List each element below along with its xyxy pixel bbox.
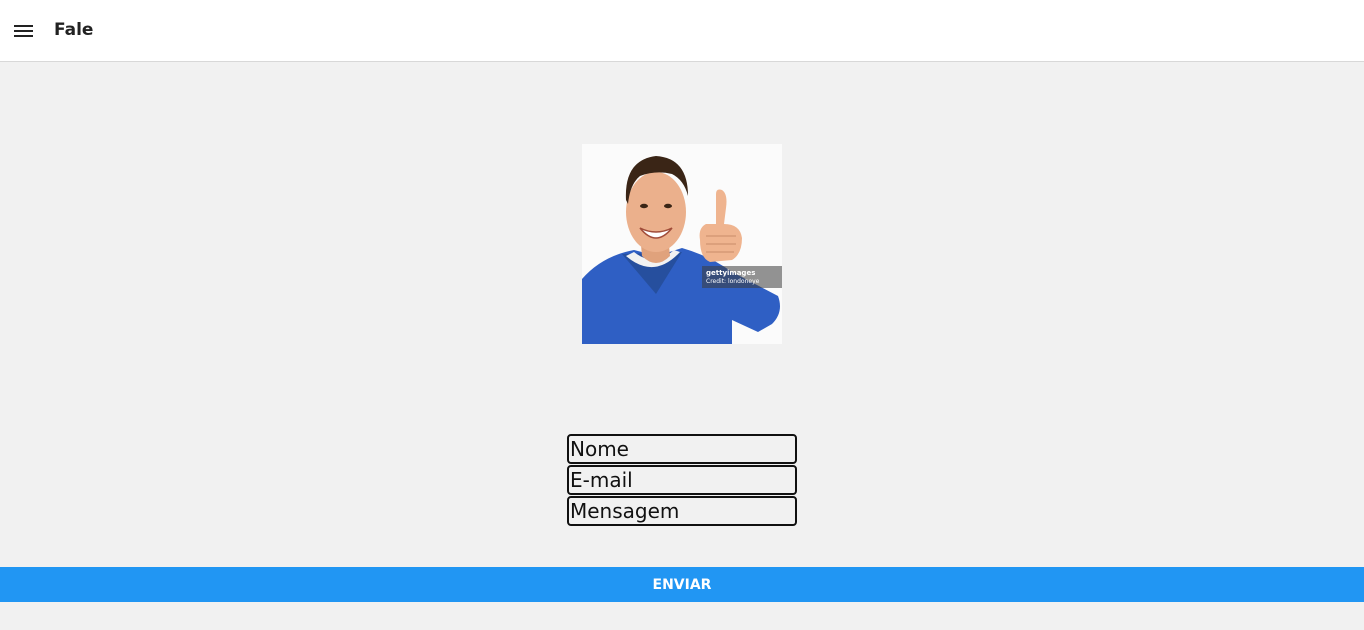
name-input[interactable] xyxy=(567,434,797,464)
page-title: Fale xyxy=(54,20,94,40)
message-input[interactable] xyxy=(567,496,797,526)
person-thumbs-up-photo xyxy=(582,144,782,344)
email-input[interactable] xyxy=(567,465,797,495)
send-button[interactable]: ENVIAR xyxy=(0,567,1364,602)
watermark-overlay: gettyimages Credit: londoneye xyxy=(702,266,782,288)
top-bar: Fale xyxy=(0,0,1364,62)
watermark-brand: gettyimages xyxy=(706,269,756,277)
watermark-credit: Credit: londoneye xyxy=(706,278,760,285)
profile-photo: gettyimages Credit: londoneye xyxy=(582,144,782,344)
hamburger-menu-icon[interactable] xyxy=(14,23,34,39)
